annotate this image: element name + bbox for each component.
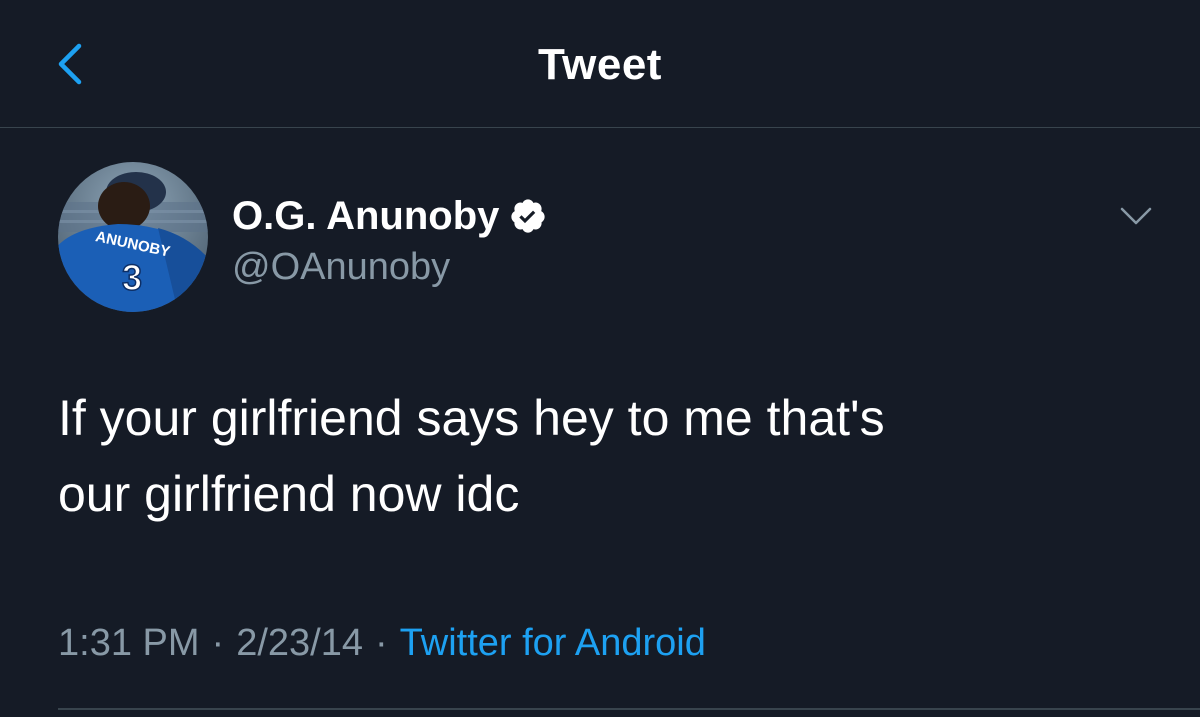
meta-separator: · bbox=[374, 622, 388, 664]
author-row: ANUNOBY 3 O.G. Anunoby @OAnunoby bbox=[58, 162, 1168, 318]
avatar-image: ANUNOBY 3 bbox=[58, 162, 208, 312]
divider bbox=[58, 708, 1200, 710]
author-name-block[interactable]: O.G. Anunoby @OAnunoby bbox=[232, 190, 547, 289]
page-title: Tweet bbox=[538, 40, 662, 89]
top-nav-bar: Tweet bbox=[0, 0, 1200, 128]
tweet-metadata: 1:31 PM · 2/23/14 · Twitter for Android bbox=[58, 622, 706, 665]
author-display-name[interactable]: O.G. Anunoby bbox=[232, 194, 499, 239]
avatar[interactable]: ANUNOBY 3 bbox=[58, 162, 208, 312]
tweet-time: 1:31 PM bbox=[58, 622, 200, 664]
verified-badge-icon bbox=[511, 199, 546, 233]
tweet-options-button[interactable] bbox=[1112, 198, 1160, 234]
tweet-text: If your girlfriend says hey to me that's… bbox=[58, 390, 885, 522]
tweet-detail-screen: Tweet ANUNOBY 3 O.G. Anunoby @OAnunoby I… bbox=[0, 0, 1200, 717]
author-handle[interactable]: @OAnunoby bbox=[232, 246, 547, 289]
chevron-down-icon bbox=[1120, 207, 1152, 225]
tweet-source-link[interactable]: Twitter for Android bbox=[400, 622, 706, 664]
tweet-date: 2/23/14 bbox=[236, 622, 363, 664]
meta-separator: · bbox=[211, 622, 225, 664]
avatar-jersey-number: 3 bbox=[122, 257, 142, 298]
